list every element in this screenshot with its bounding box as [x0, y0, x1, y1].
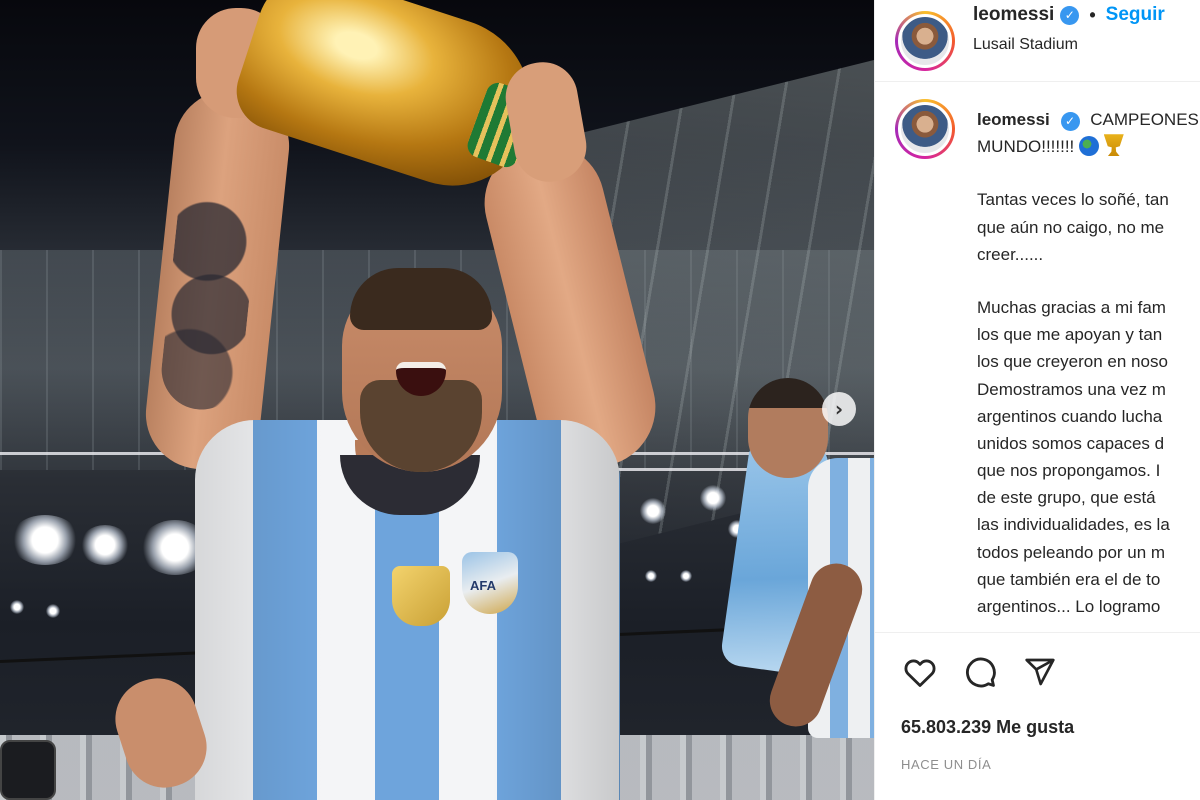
post-header: leomessi ✓ • Seguir Lusail Stadium	[875, 0, 1200, 82]
caption-line: argentinos cuando lucha	[977, 406, 1163, 426]
champion-badge	[392, 566, 450, 626]
separator-dot: •	[1089, 4, 1096, 25]
chevron-right-icon: ›	[834, 397, 844, 421]
heart-icon[interactable]	[901, 653, 939, 691]
stadium-light	[80, 525, 130, 565]
post-photo[interactable]: AFA ›	[0, 0, 874, 800]
carousel-next-button[interactable]: ›	[822, 392, 856, 426]
globe-emoji-icon	[1079, 136, 1100, 157]
caption-paragraph: Tantas veces lo soñé, tan que aún no cai…	[977, 186, 1200, 268]
follow-button[interactable]: Seguir	[1106, 4, 1165, 26]
caption-line: unidos somos capaces d	[977, 433, 1165, 453]
caption-line: creer......	[977, 244, 1044, 264]
caption-line: Tantas veces lo soñé, tan	[977, 190, 1169, 210]
stadium-light	[700, 485, 726, 511]
caption-line: los que creyeron en noso	[977, 352, 1168, 372]
teammate-head	[748, 378, 828, 478]
caption-paragraph: Muchas gracias a mi fam los que me apoya…	[977, 294, 1200, 620]
stadium-light	[10, 515, 80, 565]
caption-line: de este grupo, que está	[977, 488, 1156, 508]
caption-line: que también era el de to	[977, 569, 1161, 589]
caption-line: CAMPEONES	[1090, 110, 1199, 129]
trophy-emoji-icon	[1103, 134, 1124, 157]
stadium-light	[10, 600, 24, 614]
location-link[interactable]: Lusail Stadium	[973, 36, 1165, 54]
caption-line: que aún no caigo, no me	[977, 217, 1165, 237]
post-actions: 65.803.239 Me gusta HACE UN DÍA	[875, 632, 1200, 800]
stadium-light	[645, 570, 657, 582]
avatar[interactable]	[895, 10, 955, 71]
verified-badge-icon: ✓	[1060, 5, 1080, 25]
username-link[interactable]: leomessi	[973, 4, 1054, 26]
caption-line: que nos propongamos. I	[977, 461, 1161, 481]
afa-crest-text: AFA	[470, 578, 496, 593]
caption-username-link[interactable]: leomessi	[977, 110, 1050, 129]
fan-phone	[0, 740, 56, 800]
post-side-panel: leomessi ✓ • Seguir Lusail Stadium leome…	[874, 0, 1200, 800]
avatar-image	[898, 13, 952, 68]
avatar-image	[898, 102, 952, 156]
caption-line: todos peleando por un m	[977, 542, 1166, 562]
stadium-light	[640, 498, 666, 524]
stadium-light	[680, 570, 692, 582]
player-hair	[350, 268, 492, 330]
caption-avatar[interactable]	[895, 99, 955, 159]
caption-area[interactable]: leomessi ✓ CAMPEONES MUNDO!!!!!!! Tantas…	[875, 82, 1200, 632]
share-icon[interactable]	[1021, 653, 1059, 691]
caption-line: argentinos... Lo logramo	[977, 597, 1161, 616]
post-timestamp[interactable]: HACE UN DÍA	[901, 757, 991, 772]
caption-line: los que me apoyan y tan	[977, 325, 1163, 345]
caption-line: Demostramos una vez m	[977, 379, 1166, 399]
caption-line: MUNDO!!!!!!!	[977, 137, 1075, 157]
caption-line: Muchas gracias a mi fam	[977, 297, 1166, 317]
verified-badge-icon: ✓	[1060, 111, 1080, 131]
stadium-light	[46, 604, 60, 618]
comment-icon[interactable]	[961, 653, 999, 691]
caption-line: las individualidades, es la	[977, 515, 1170, 535]
caption-text: leomessi ✓ CAMPEONES MUNDO!!!!!!! Tantas…	[977, 106, 1200, 620]
likes-count[interactable]: 65.803.239 Me gusta	[901, 717, 1074, 738]
